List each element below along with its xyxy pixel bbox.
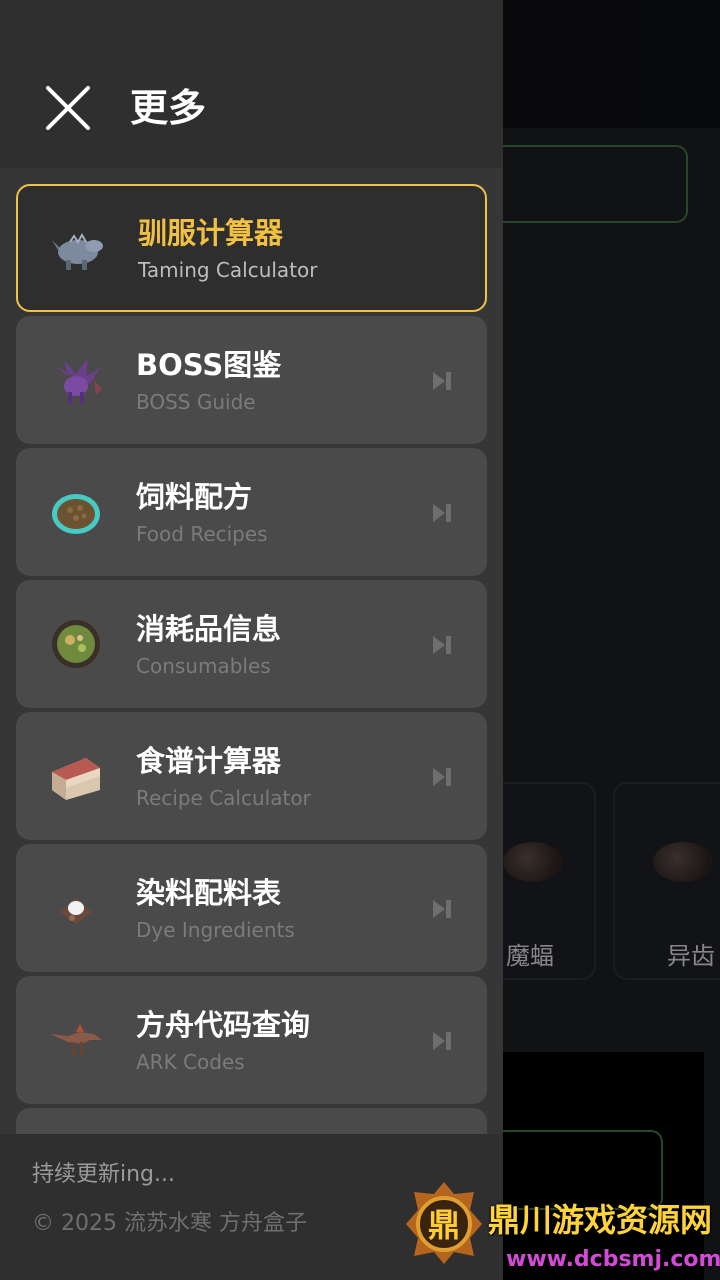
side-drawer: 更多 驯服计算器 Taming Calculator BOSS图鉴 BOSS G… (0, 0, 503, 1280)
menu-item-title: 食谱计算器 (136, 744, 282, 778)
dye-icon (60, 898, 92, 924)
menu-item-subtitle: Dye Ingredients (136, 918, 295, 942)
dragon-icon (54, 358, 102, 404)
menu-item-title: BOSS图鉴 (136, 348, 282, 382)
svg-text:鼎: 鼎 (428, 1206, 460, 1244)
drawer-menu: 驯服计算器 Taming Calculator BOSS图鉴 BOSS Guid… (16, 184, 487, 1172)
kibble-icon (52, 494, 100, 534)
watermark-logo: 鼎 (406, 1182, 482, 1264)
drawer-header: 更多 (0, 0, 503, 168)
menu-item-food-recipes[interactable]: 饲料配方 Food Recipes (16, 448, 487, 576)
menu-item-taming-calculator[interactable]: 驯服计算器 Taming Calculator (16, 184, 487, 312)
menu-item-boss-guide[interactable]: BOSS图鉴 BOSS Guide (16, 316, 487, 444)
menu-item-subtitle: Food Recipes (136, 522, 268, 546)
locked-next-icon (433, 1032, 451, 1050)
menu-item-title: 方舟代码查询 (136, 1008, 311, 1042)
watermark-url: www.dcbsmj.com (506, 1247, 720, 1272)
bowl-icon (52, 620, 100, 668)
footer-status: 持续更新ing... (32, 1162, 176, 1187)
watermark-site-name: 鼎川游戏资源网 (488, 1201, 713, 1239)
locked-next-icon (433, 372, 451, 390)
footer-copyright: © 2025 流苏水寒 方舟盒子 (32, 1211, 307, 1236)
locked-next-icon (433, 900, 451, 918)
menu-item-subtitle: Taming Calculator (138, 258, 318, 282)
menu-item-consumables[interactable]: 消耗品信息 Consumables (16, 580, 487, 708)
menu-item-title: 驯服计算器 (138, 216, 284, 250)
menu-item-subtitle: Consumables (136, 654, 271, 678)
locked-next-icon (433, 636, 451, 654)
menu-item-title: 染料配料表 (136, 876, 282, 910)
cake-icon (52, 758, 100, 800)
locked-next-icon (433, 768, 451, 786)
menu-item-recipe-calculator[interactable]: 食谱计算器 Recipe Calculator (16, 712, 487, 840)
close-icon (46, 86, 90, 130)
menu-item-subtitle: BOSS Guide (136, 390, 256, 414)
menu-item-title: 饲料配方 (136, 480, 253, 514)
menu-item-dye-ingredients[interactable]: 染料配料表 Dye Ingredients (16, 844, 487, 972)
menu-item-title: 消耗品信息 (136, 612, 282, 646)
menu-item-subtitle: Recipe Calculator (136, 786, 311, 810)
drawer-title: 更多 (130, 86, 207, 130)
close-button[interactable] (40, 80, 96, 136)
dino-icon (52, 232, 103, 270)
menu-item-subtitle: ARK Codes (136, 1050, 245, 1074)
locked-next-icon (433, 504, 451, 522)
raptor-icon (50, 1024, 102, 1056)
menu-item-ark-codes[interactable]: 方舟代码查询 ARK Codes (16, 976, 487, 1104)
